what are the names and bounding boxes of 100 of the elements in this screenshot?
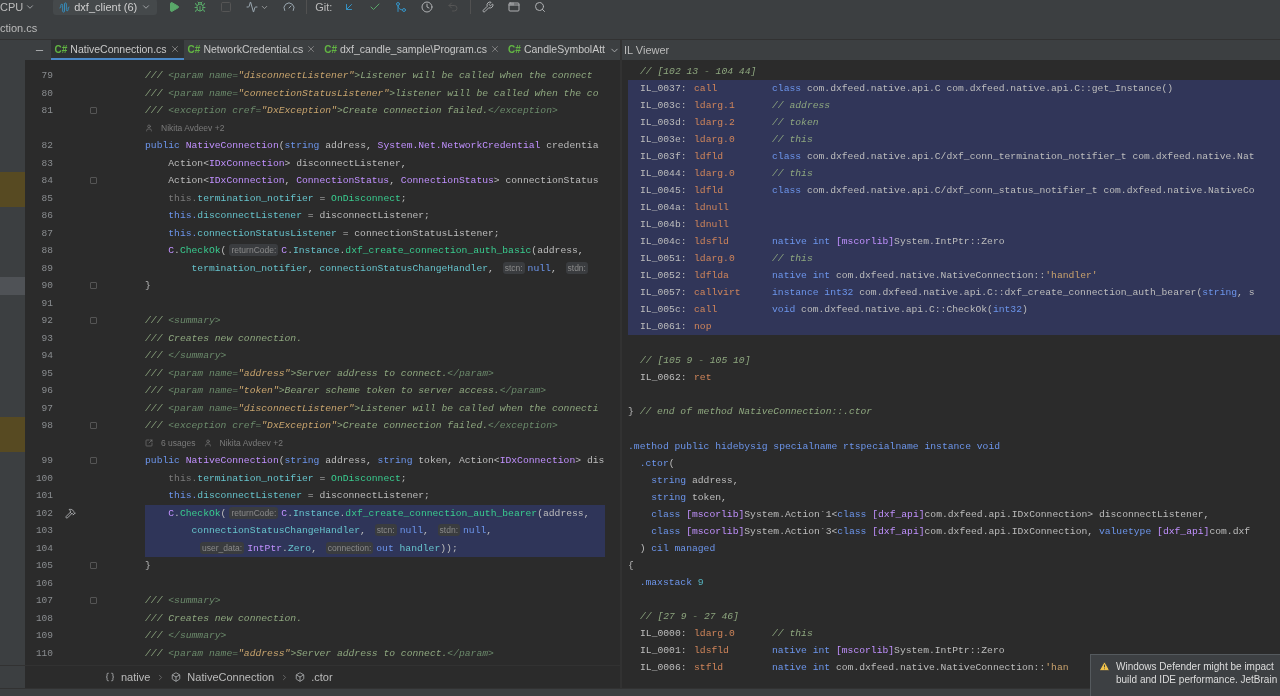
line-number: 109 <box>34 630 54 642</box>
run-config-dropdown[interactable]: dxf_client (6) <box>53 0 158 15</box>
il-offset: IL_0057: <box>640 287 688 299</box>
code-line: public NativeConnection(string address, System.Net.NetworkCredential credentia <box>145 139 600 153</box>
line-number: 105 <box>34 560 54 572</box>
line-number: 110 <box>34 647 54 659</box>
target-platform[interactable]: CPU <box>0 1 24 13</box>
line-number: 81 <box>40 105 54 117</box>
wrench-icon <box>482 1 495 13</box>
il-offset: IL_0052: <box>640 270 688 282</box>
il-opcode: ldfld <box>694 184 725 196</box>
close-icon[interactable] <box>306 44 317 54</box>
fold-icon[interactable] <box>89 317 97 325</box>
code-comment: // [105 9 - 105 10] <box>640 355 751 367</box>
code-line: /// <summary> <box>145 594 222 608</box>
usages-count: 6 usages <box>161 438 196 449</box>
line-number: 107 <box>34 595 54 607</box>
code-line: class [mscorlib]System.Action`1<class [dxf_api]com.dxfeed.api.IDxConnection> disconnectListener, <box>650 508 1210 520</box>
line-number: 79 <box>40 70 54 82</box>
git-label: Git: <box>315 1 333 13</box>
line-number: 86 <box>40 210 54 222</box>
bug-icon <box>194 1 207 13</box>
file-title: ction.cs <box>0 21 38 34</box>
breadcrumb-item[interactable]: native <box>121 671 151 683</box>
stop-icon <box>220 1 233 13</box>
breadcrumb-item[interactable]: .ctor <box>311 671 333 683</box>
fold-icon[interactable] <box>89 457 97 465</box>
merge-icon <box>395 1 408 13</box>
code-line: /// <param name="address">Server address to connect.</param> <box>145 366 495 381</box>
il-operand: void com.dxfeed.native.api.C::CheckOk(int32) <box>772 304 1028 316</box>
hammer-icon[interactable] <box>64 507 76 519</box>
line-number: 80 <box>40 87 54 99</box>
caret-icon[interactable] <box>25 2 36 12</box>
code-line: /// <param name="token">Bearer scheme token to server access.</param> <box>145 384 548 398</box>
code-line: /// </summary> <box>145 629 228 643</box>
code-line: { <box>628 559 634 571</box>
author-name: Nikita Avdeev +2 <box>219 438 283 449</box>
il-operand: // address <box>772 99 831 111</box>
il-offset: IL_0045: <box>640 184 688 196</box>
line-number: 108 <box>34 612 54 624</box>
fold-icon[interactable] <box>89 422 97 430</box>
clock-icon <box>421 1 434 13</box>
il-opcode: callvirt <box>694 287 742 299</box>
il-operand: // this <box>772 253 813 265</box>
il-operand: // this <box>772 628 813 640</box>
il-offset: IL_003c: <box>640 99 688 111</box>
il-operand: class com.dxfeed.native.api.C/dxf_conn_status_notifier_t com.dxfeed.native.NativeCo <box>772 184 1255 196</box>
code-line: /// <param name="disconnectListener">Listener will be called when the connecti <box>145 401 600 416</box>
notification-popup[interactable]: Windows Defender might be impact build and IDE performance. JetBrain <box>1090 654 1280 696</box>
il-opcode: ldarg.0 <box>694 628 736 640</box>
check-icon <box>369 1 382 13</box>
close-icon[interactable] <box>490 44 501 54</box>
il-opcode: ldsfld <box>694 236 730 247</box>
line-number: 84 <box>40 175 54 187</box>
code-line: } <box>145 279 152 293</box>
search-icon <box>534 1 547 13</box>
il-offset: IL_0000: <box>640 628 688 640</box>
braces-icon <box>105 672 115 682</box>
il-opcode: ldarg.0 <box>694 167 736 179</box>
code-line: .maxstack 9 <box>638 576 704 588</box>
code-line: public NativeConnection(string address, string token, Action<IDxConnection> dis <box>145 454 605 468</box>
code-comment: // [102 13 - 104 44] <box>640 65 757 77</box>
file-tab[interactable]: C# NativeConnection.cs <box>50 40 184 60</box>
code-line: /// <exception cref="DxException">Create connection failed.</exception> <box>145 104 559 118</box>
il-offset: IL_0061: <box>640 321 688 333</box>
il-offset: IL_0037: <box>640 82 688 94</box>
il-opcode: ret <box>694 372 713 384</box>
person-icon <box>145 124 153 133</box>
caret-icon <box>141 2 152 12</box>
code-line: this.termination_notifier = OnDisconnect; <box>167 471 408 486</box>
il-offset: IL_004b: <box>640 218 688 230</box>
fold-icon[interactable] <box>89 177 97 185</box>
il-offset: IL_005c: <box>640 304 688 316</box>
play-icon <box>168 1 181 13</box>
il-opcode: call <box>694 304 719 316</box>
line-number: 93 <box>40 332 54 344</box>
code-line: /// <param name="connectionStatusListener">listener will be called when the co <box>145 86 600 101</box>
il-operand: class com.dxfeed.native.api.C/dxf_conn_termination_notifier_t com.dxfeed.native.Nat <box>772 150 1255 162</box>
line-number: 98 <box>40 420 54 432</box>
line-number: 102 <box>34 507 54 519</box>
code-line: /// <summary> <box>145 314 222 328</box>
code-line: /// <param name="disconnectListener">Listener will be called when the connect <box>145 69 594 83</box>
close-icon[interactable] <box>169 44 180 54</box>
line-number: 83 <box>40 157 54 169</box>
il-opcode: ldsfld <box>694 645 730 657</box>
fold-icon[interactable] <box>89 107 97 115</box>
il-offset: IL_003e: <box>640 133 688 145</box>
fold-icon[interactable] <box>89 562 97 570</box>
breadcrumb-item[interactable]: NativeConnection <box>187 671 275 683</box>
fold-icon[interactable] <box>89 282 97 290</box>
code-line: ) cil managed <box>638 542 716 554</box>
il-offset: IL_0001: <box>640 645 688 657</box>
code-line: /// Creates new connection. <box>145 331 303 346</box>
undo-icon <box>447 1 460 13</box>
line-number: 99 <box>40 455 54 467</box>
code-line: class [mscorlib]System.Action`3<class [dxf_api]com.dxfeed.api.IDxConnection, valuetype [dxf_api]com.dxf <box>650 525 1251 537</box>
il-opcode: ldarg.0 <box>694 253 736 265</box>
fold-icon[interactable] <box>89 597 97 605</box>
code-line: this.connectionStatusListener = connectionStatusListener; <box>167 226 501 241</box>
il-opcode: nop <box>694 321 713 333</box>
